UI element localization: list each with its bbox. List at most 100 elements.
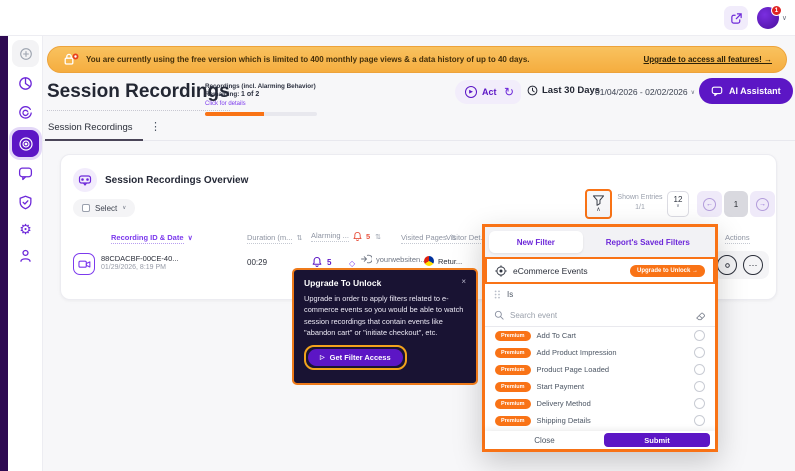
get-filter-access-button[interactable]: ▷ Get Filter Access xyxy=(308,349,403,366)
lock-icon xyxy=(62,52,77,67)
next-page-button[interactable]: → xyxy=(750,191,775,217)
current-page: 1 xyxy=(724,191,748,217)
progress-fill xyxy=(205,112,264,116)
shown-entries-value: 1/1 xyxy=(617,203,663,213)
arrow-left-icon: ← xyxy=(703,198,716,211)
tab-active-underline xyxy=(45,139,143,141)
date-range-selector[interactable]: 01/04/2026 - 02/02/2026 ∨ xyxy=(595,87,695,97)
radio-button[interactable] xyxy=(694,398,705,409)
radio-button[interactable] xyxy=(694,347,705,358)
share-button[interactable] xyxy=(724,6,748,30)
radio-button[interactable] xyxy=(694,330,705,341)
drag-handle-icon xyxy=(494,290,501,299)
chevron-down-icon: ∨ xyxy=(782,14,787,22)
select-dropdown[interactable]: Select ∨ xyxy=(73,199,135,217)
sidebar-item-session-recordings[interactable] xyxy=(12,130,39,157)
premium-badge: Premium xyxy=(495,399,531,409)
radio-button[interactable] xyxy=(694,415,705,426)
visited-pages-cell[interactable]: yourwebsiten... xyxy=(361,254,426,264)
event-option[interactable]: Premium Add To Cart xyxy=(485,327,715,344)
tab-session-recordings[interactable]: Session Recordings xyxy=(48,122,133,133)
avatar[interactable]: 1 xyxy=(757,7,779,29)
event-option[interactable]: Premium Product Page Loaded xyxy=(485,361,715,378)
country-flag-icon xyxy=(424,256,434,266)
free-version-banner: You are currently using the free version… xyxy=(47,46,787,73)
chat-bubble-icon xyxy=(18,166,33,181)
event-type-row[interactable]: eCommerce Events Upgrade to Unlock → xyxy=(485,257,715,284)
record-target-icon xyxy=(18,136,34,152)
remaining-label: Recordings (incl. Alarming Behavior) Rem… xyxy=(205,83,316,98)
chat-icon xyxy=(711,85,723,97)
submit-button[interactable]: Submit xyxy=(604,433,710,447)
page-title: Session Recordings xyxy=(47,81,230,111)
refresh-icon: ↻ xyxy=(504,85,514,99)
radio-button[interactable] xyxy=(694,364,705,375)
period-selector[interactable]: Last 30 Days xyxy=(527,85,600,96)
premium-badge: Premium xyxy=(495,365,531,375)
search-input[interactable] xyxy=(510,311,689,320)
banner-text: You are currently using the free version… xyxy=(86,55,530,64)
sidebar-item-behavior[interactable] xyxy=(12,99,39,126)
alarming-header-count: 5 xyxy=(366,232,370,241)
refresh-button[interactable]: ↻ xyxy=(497,80,521,104)
column-duration[interactable]: Duration (m... ⇅ xyxy=(247,233,302,242)
alarm-bell-icon xyxy=(311,256,323,268)
radio-button[interactable] xyxy=(694,381,705,392)
sidebar-item-feedback[interactable] xyxy=(12,160,39,187)
details-link[interactable]: Click for details xyxy=(205,101,323,107)
sidebar-item-dashboard[interactable] xyxy=(12,70,39,97)
recordings-progress xyxy=(205,112,317,116)
share-icon xyxy=(730,12,743,25)
eraser-icon[interactable] xyxy=(695,310,706,321)
more-actions-button[interactable]: ⋯ xyxy=(743,255,763,275)
upgrade-to-unlock-badge[interactable]: Upgrade to Unlock → xyxy=(630,265,705,277)
filter-button[interactable]: ∧ xyxy=(585,189,612,219)
tab-saved-filters[interactable]: Report's Saved Filters xyxy=(585,231,711,253)
premium-badge: Premium xyxy=(495,382,531,392)
close-icon[interactable]: × xyxy=(461,278,466,286)
sidebar-item-visitors[interactable] xyxy=(12,242,39,269)
event-type-label: eCommerce Events xyxy=(513,266,588,276)
pie-chart-icon xyxy=(18,76,33,91)
play-outline-icon: ▷ xyxy=(320,354,325,361)
diamond-icon: ◇ xyxy=(349,259,355,268)
condition-value: Is xyxy=(507,290,513,299)
visitor-details-cell: Retur... xyxy=(424,256,462,266)
column-recording-id[interactable]: Recording ID & Date ∨ xyxy=(111,233,193,242)
upgrade-tooltip: Upgrade To Unlock × Upgrade in order to … xyxy=(292,268,478,385)
sidebar-item-add[interactable] xyxy=(12,40,39,67)
event-option[interactable]: Premium Start Payment xyxy=(485,378,715,395)
tab-new-filter[interactable]: New Filter xyxy=(489,231,583,253)
column-alarming[interactable]: Alarming ... 5 ⇅ xyxy=(311,231,381,242)
funnel-icon xyxy=(592,195,605,206)
column-actions: Actions xyxy=(725,233,750,242)
sidebar-item-privacy[interactable] xyxy=(12,189,39,216)
alarming-count: 5 xyxy=(327,258,331,267)
ai-assistant-button[interactable]: AI Assistant xyxy=(699,78,793,104)
sidebar-item-settings[interactable]: ⚙ xyxy=(12,215,39,242)
play-recording-button[interactable] xyxy=(73,253,95,275)
column-visitor-details[interactable]: Visitor Det... xyxy=(446,233,487,242)
event-option[interactable]: Premium Shipping Details xyxy=(485,412,715,429)
alarming-cell: 5 xyxy=(311,256,331,268)
prev-page-button[interactable]: ← xyxy=(697,191,722,217)
shield-check-icon xyxy=(18,195,33,210)
recording-action-button[interactable] xyxy=(717,255,737,275)
tab-menu-button[interactable]: ⋮ xyxy=(150,120,161,133)
close-button[interactable]: Close xyxy=(485,436,604,445)
tab-divider xyxy=(43,140,795,141)
page-size-select[interactable]: 12 ∨ xyxy=(667,191,689,217)
search-row xyxy=(485,304,715,327)
ai-assistant-label: AI Assistant xyxy=(729,86,781,96)
collapse-icon: ∧ xyxy=(596,207,600,213)
condition-row[interactable]: Is xyxy=(485,284,715,304)
event-option[interactable]: Premium Delivery Method xyxy=(485,395,715,412)
event-option[interactable]: Premium Add Product Impression xyxy=(485,344,715,361)
upgrade-link[interactable]: Upgrade to access all features! → xyxy=(644,55,773,64)
recording-id[interactable]: 88CDACBF-00CE-40... xyxy=(101,254,179,263)
account-menu[interactable]: 1 ∨ xyxy=(757,7,787,29)
cta-highlight-box: ▷ Get Filter Access xyxy=(304,345,407,370)
search-icon xyxy=(494,310,504,320)
caret-down-icon: ∨ xyxy=(188,235,193,242)
event-list: Premium Add To Cart Premium Add Product … xyxy=(485,327,715,431)
